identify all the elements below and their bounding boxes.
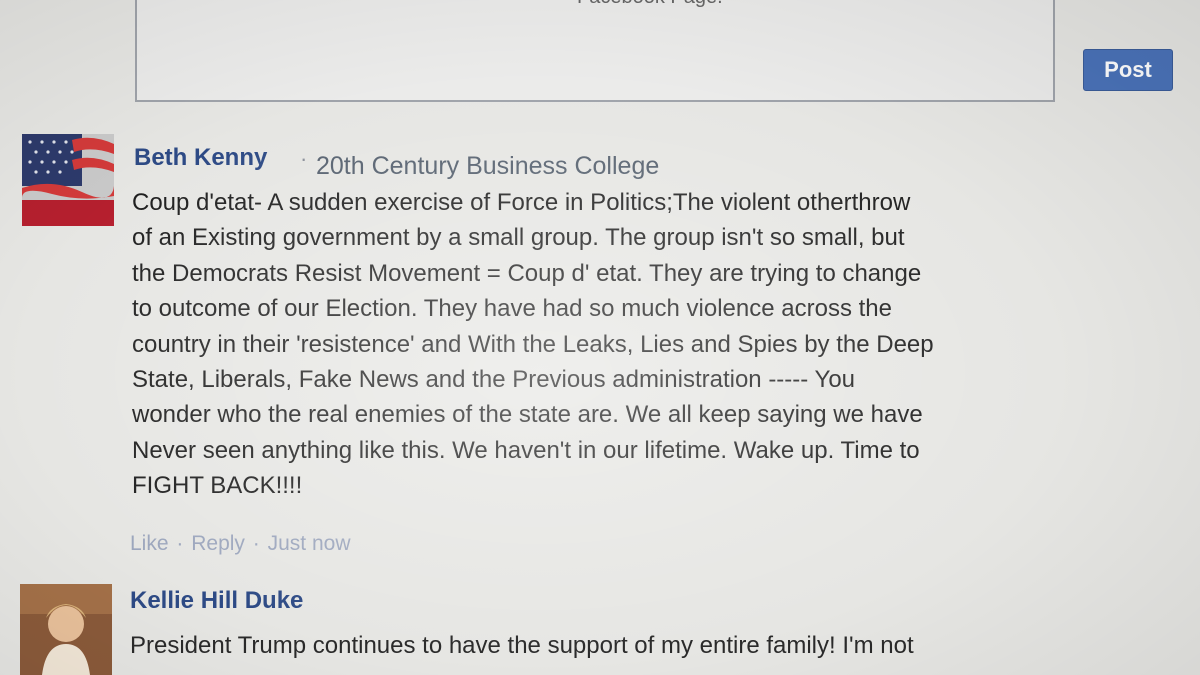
timestamp[interactable]: Just now [268, 532, 351, 555]
comment-line: State, Liberals, Fake News and the Previ… [132, 366, 856, 394]
comment-composer[interactable]: Facebook Page. Post [135, 0, 1173, 102]
post-button[interactable]: Post [1083, 49, 1173, 91]
separator-dot: · [300, 146, 308, 171]
comment-line: country in their 'resistence' and With t… [132, 330, 934, 358]
comment-author-link[interactable]: Kellie Hill Duke [130, 587, 303, 615]
comment-line: wonder who the real enemies of the state… [132, 401, 923, 429]
comment-body: President Trump continues to have the su… [130, 632, 914, 659]
comment-body: Coup d'etat- A sudden exercise of Force … [132, 185, 1052, 504]
action-separator: · [252, 532, 260, 555]
flag-avatar-image [22, 134, 114, 226]
like-link[interactable]: Like [130, 532, 169, 555]
composer-partial-text: Facebook Page. [577, 0, 723, 9]
action-separator: · [176, 532, 184, 555]
comment-line: Never seen anything like this. We haven'… [132, 436, 920, 464]
photo-avatar-image [20, 584, 112, 675]
avatar[interactable] [22, 134, 114, 226]
comment-actions: Like · Reply · Just now [130, 532, 352, 556]
author-affiliation[interactable]: 20th Century Business College [316, 152, 659, 181]
reply-link[interactable]: Reply [191, 532, 245, 555]
comment-line: Coup d'etat- A sudden exercise of Force … [132, 189, 911, 216]
comment-line: FIGHT BACK!!!! [132, 472, 303, 500]
comment-line: the Democrats Resist Movement = Coup d' … [132, 259, 922, 287]
comment-line: to outcome of our Election. They have ha… [132, 295, 892, 323]
avatar[interactable] [20, 584, 112, 675]
comment-line: of an Existing government by a small gro… [132, 224, 905, 252]
comment-author-link[interactable]: Beth Kenny [134, 144, 267, 172]
